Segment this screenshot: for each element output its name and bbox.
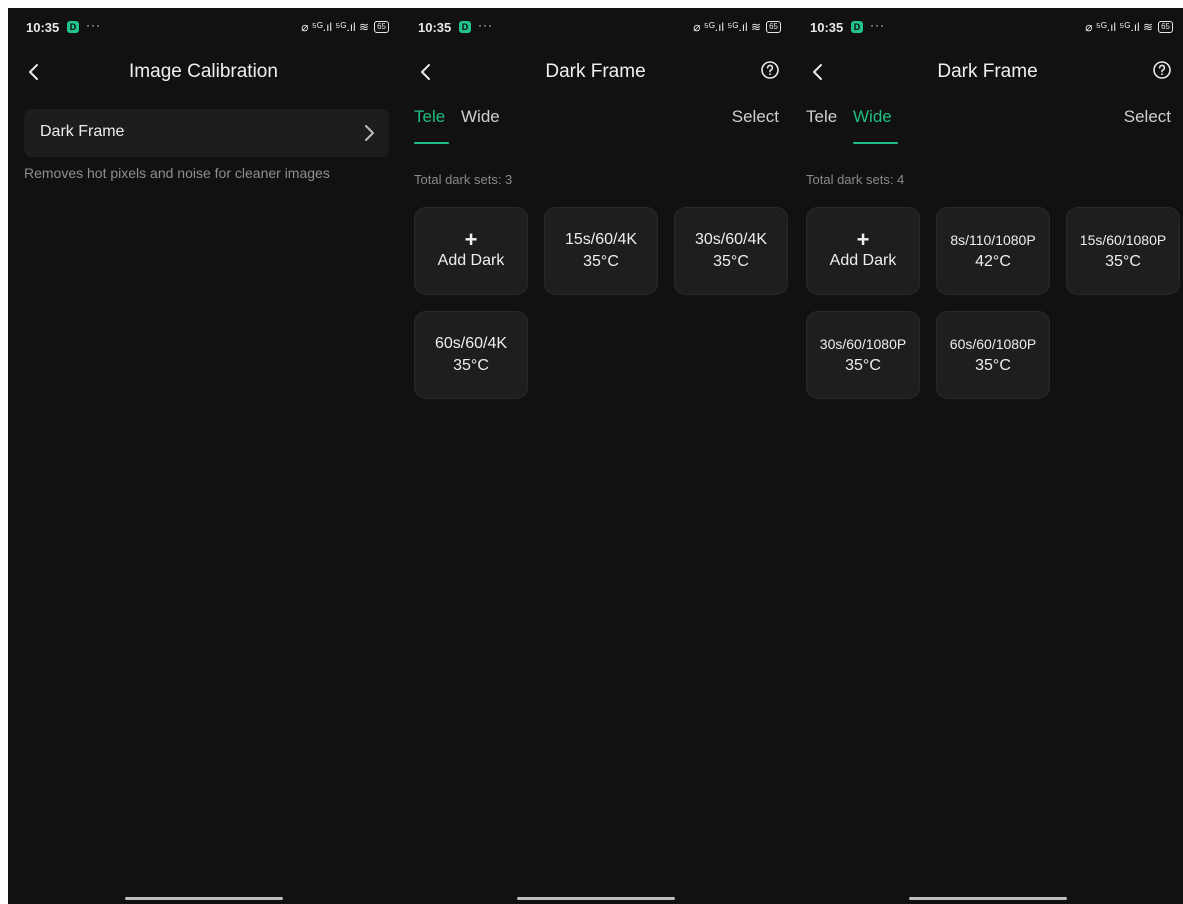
add-dark-button[interactable]: + Add Dark	[806, 207, 920, 295]
battery-icon: 65	[374, 21, 389, 33]
dark-set-card[interactable]: 15s/60/1080P 35°C	[1066, 207, 1180, 295]
dark-frame-description: Removes hot pixels and noise for cleaner…	[24, 165, 330, 181]
total-dark-sets: Total dark sets: 3	[414, 172, 513, 187]
home-indicator[interactable]	[124, 897, 283, 900]
phone-screens: 10:35 D ··· ⌀ ⁵ᴳ.ıl ⁵ᴳ.ıl ≋ 65 Image Cal…	[8, 8, 1183, 904]
home-indicator[interactable]	[908, 897, 1067, 900]
dark-set-settings: 15s/60/1080P	[1079, 232, 1167, 248]
chevron-right-icon	[365, 125, 374, 141]
dark-set-settings: 60s/60/4K	[434, 335, 508, 352]
lens-tabs: Tele Wide Select	[414, 104, 779, 148]
select-button[interactable]: Select	[1124, 107, 1171, 127]
dark-set-card[interactable]: 30s/60/1080P 35°C	[806, 311, 920, 399]
active-tab-indicator	[414, 142, 449, 144]
status-time: 10:35	[26, 20, 60, 35]
tab-wide[interactable]: Wide	[853, 107, 892, 127]
add-dark-label: Add Dark	[829, 252, 897, 269]
screen-dark-frame-wide: 10:35 D ··· ⌀ ⁵ᴳ.ıl ⁵ᴳ.ıl ≋ 65 Dark Fram…	[792, 8, 1183, 904]
dark-set-settings: 15s/60/4K	[564, 231, 638, 248]
dark-set-card[interactable]: 15s/60/4K 35°C	[544, 207, 658, 295]
app-badge-icon: D	[67, 21, 79, 33]
content: Tele Wide Select Total dark sets: 3 + Ad…	[414, 8, 788, 904]
screen-image-calibration: 10:35 D ··· ⌀ ⁵ᴳ.ıl ⁵ᴳ.ıl ≋ 65 Image Cal…	[8, 8, 399, 904]
dark-set-settings: 60s/60/1080P	[949, 336, 1037, 352]
select-button[interactable]: Select	[732, 107, 779, 127]
signal-wifi-icon: ⌀ ⁵ᴳ.ıl ⁵ᴳ.ıl ≋	[301, 20, 370, 34]
dark-set-settings: 30s/60/4K	[694, 231, 768, 248]
dark-set-settings: 8s/110/1080P	[950, 232, 1036, 248]
dark-set-temperature: 35°C	[713, 253, 749, 270]
more-notifications-icon: ···	[86, 18, 101, 32]
tab-wide[interactable]: Wide	[461, 107, 500, 127]
content: Tele Wide Select Total dark sets: 4 + Ad…	[806, 8, 1180, 904]
lens-tabs: Tele Wide Select	[806, 104, 1171, 148]
header: Image Calibration	[8, 52, 399, 92]
tab-tele[interactable]: Tele	[414, 107, 445, 127]
total-dark-sets: Total dark sets: 4	[806, 172, 905, 187]
add-dark-button[interactable]: + Add Dark	[414, 207, 528, 295]
system-icons: ⌀ ⁵ᴳ.ıl ⁵ᴳ.ıl ≋ 65	[301, 20, 389, 34]
plus-icon: +	[464, 227, 478, 252]
page-title: Image Calibration	[129, 61, 278, 82]
plus-icon: +	[856, 227, 870, 252]
dark-frame-row[interactable]: Dark Frame	[24, 109, 389, 157]
active-tab-indicator	[853, 142, 898, 144]
add-dark-label: Add Dark	[437, 252, 505, 269]
home-indicator[interactable]	[516, 897, 675, 900]
screen-dark-frame-tele: 10:35 D ··· ⌀ ⁵ᴳ.ıl ⁵ᴳ.ıl ≋ 65 Dark Fram…	[400, 8, 791, 904]
dark-set-temperature: 35°C	[453, 357, 489, 374]
dark-set-temperature: 35°C	[583, 253, 619, 270]
dark-set-card[interactable]: 60s/60/4K 35°C	[414, 311, 528, 399]
dark-set-temperature: 35°C	[1105, 253, 1141, 270]
status-bar: 10:35 D ··· ⌀ ⁵ᴳ.ıl ⁵ᴳ.ıl ≋ 65	[8, 8, 399, 48]
dark-set-temperature: 35°C	[975, 357, 1011, 374]
tab-tele[interactable]: Tele	[806, 107, 837, 127]
dark-set-card[interactable]: 30s/60/4K 35°C	[674, 207, 788, 295]
dark-frame-row-label: Dark Frame	[40, 123, 125, 140]
dark-set-card[interactable]: 60s/60/1080P 35°C	[936, 311, 1050, 399]
dark-set-temperature: 42°C	[975, 253, 1011, 270]
dark-set-settings: 30s/60/1080P	[819, 336, 907, 352]
dark-set-temperature: 35°C	[845, 357, 881, 374]
dark-set-card[interactable]: 8s/110/1080P 42°C	[936, 207, 1050, 295]
